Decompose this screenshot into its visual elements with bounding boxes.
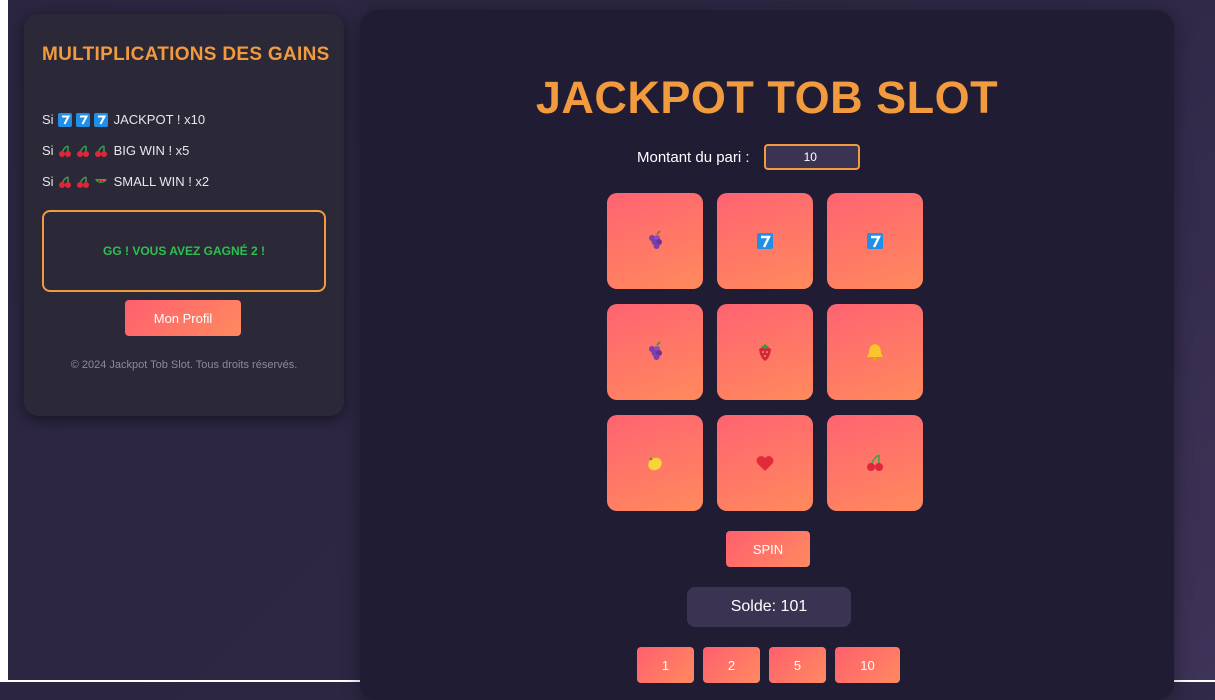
bet-button-1[interactable]: 1 (637, 647, 694, 683)
rule-text: BIG WIN ! x5 (113, 143, 190, 158)
slot-machine-panel: JACKPOT TOB SLOT Montant du pari : 10 SP… (360, 10, 1174, 700)
cherries-icon (76, 144, 90, 158)
reel-cell (827, 304, 923, 400)
lemon-icon (648, 457, 662, 471)
seven-icon (75, 112, 90, 127)
cherries-icon (58, 144, 72, 158)
reel-cell (717, 304, 813, 400)
rule-text: SMALL WIN ! x2 (113, 174, 210, 189)
sidebar-panel: MULTIPLICATIONS DES GAINS Si JACKPOT ! x… (24, 14, 344, 416)
rule-jackpot: Si JACKPOT ! x10 (42, 112, 205, 127)
reel-cell (827, 415, 923, 511)
reel-cell (717, 415, 813, 511)
seven-icon (93, 112, 108, 127)
reel-cell (607, 193, 703, 289)
grapes-icon (649, 230, 662, 249)
copyright-text: © 2024 Jackpot Tob Slot. Tous droits rés… (70, 359, 298, 371)
seven-icon (867, 233, 883, 249)
spin-button[interactable]: SPIN (726, 531, 810, 567)
cherries-icon (58, 175, 72, 189)
seven-icon (57, 112, 72, 127)
bet-amount-label: Montant du pari : (637, 148, 750, 166)
bell-icon (867, 344, 883, 361)
watermelon-icon (94, 175, 108, 189)
reel-cell (827, 193, 923, 289)
bet-amount-row: Montant du pari : (637, 144, 860, 170)
game-title: JACKPOT TOB SLOT (535, 72, 999, 123)
balance-display: Solde: 101 (687, 587, 851, 627)
rule-big-win: Si BIG WIN ! x5 (42, 143, 189, 158)
reel-grid (607, 193, 923, 511)
reel-cell (607, 415, 703, 511)
window-edge (0, 0, 8, 682)
strawberry-icon (759, 344, 771, 361)
bet-button-5[interactable]: 5 (769, 647, 826, 683)
profile-button[interactable]: Mon Profil (125, 300, 241, 336)
cherries-icon (76, 175, 90, 189)
rule-prefix: Si (42, 112, 54, 127)
seven-icon (757, 233, 773, 249)
cherries-icon (867, 454, 883, 471)
rule-prefix: Si (42, 174, 54, 189)
grapes-icon (649, 341, 662, 360)
reel-cell (717, 193, 813, 289)
rule-small-win: Si SMALL WIN ! x2 (42, 174, 209, 189)
result-message: GG ! VOUS AVEZ GAGNÉ 2 ! (102, 244, 266, 258)
bet-button-2[interactable]: 2 (703, 647, 760, 683)
heart-icon (756, 456, 774, 471)
bet-amount-input[interactable] (763, 144, 860, 170)
result-message-box: GG ! VOUS AVEZ GAGNÉ 2 ! (42, 210, 326, 292)
quick-bet-buttons: 1 2 5 10 (637, 647, 900, 683)
bet-button-10[interactable]: 10 (835, 647, 900, 683)
rule-text: JACKPOT ! x10 (113, 112, 206, 127)
sidebar-title: MULTIPLICATIONS DES GAINS (42, 44, 330, 65)
cherries-icon (94, 144, 108, 158)
rule-prefix: Si (42, 143, 54, 158)
reel-cell (607, 304, 703, 400)
